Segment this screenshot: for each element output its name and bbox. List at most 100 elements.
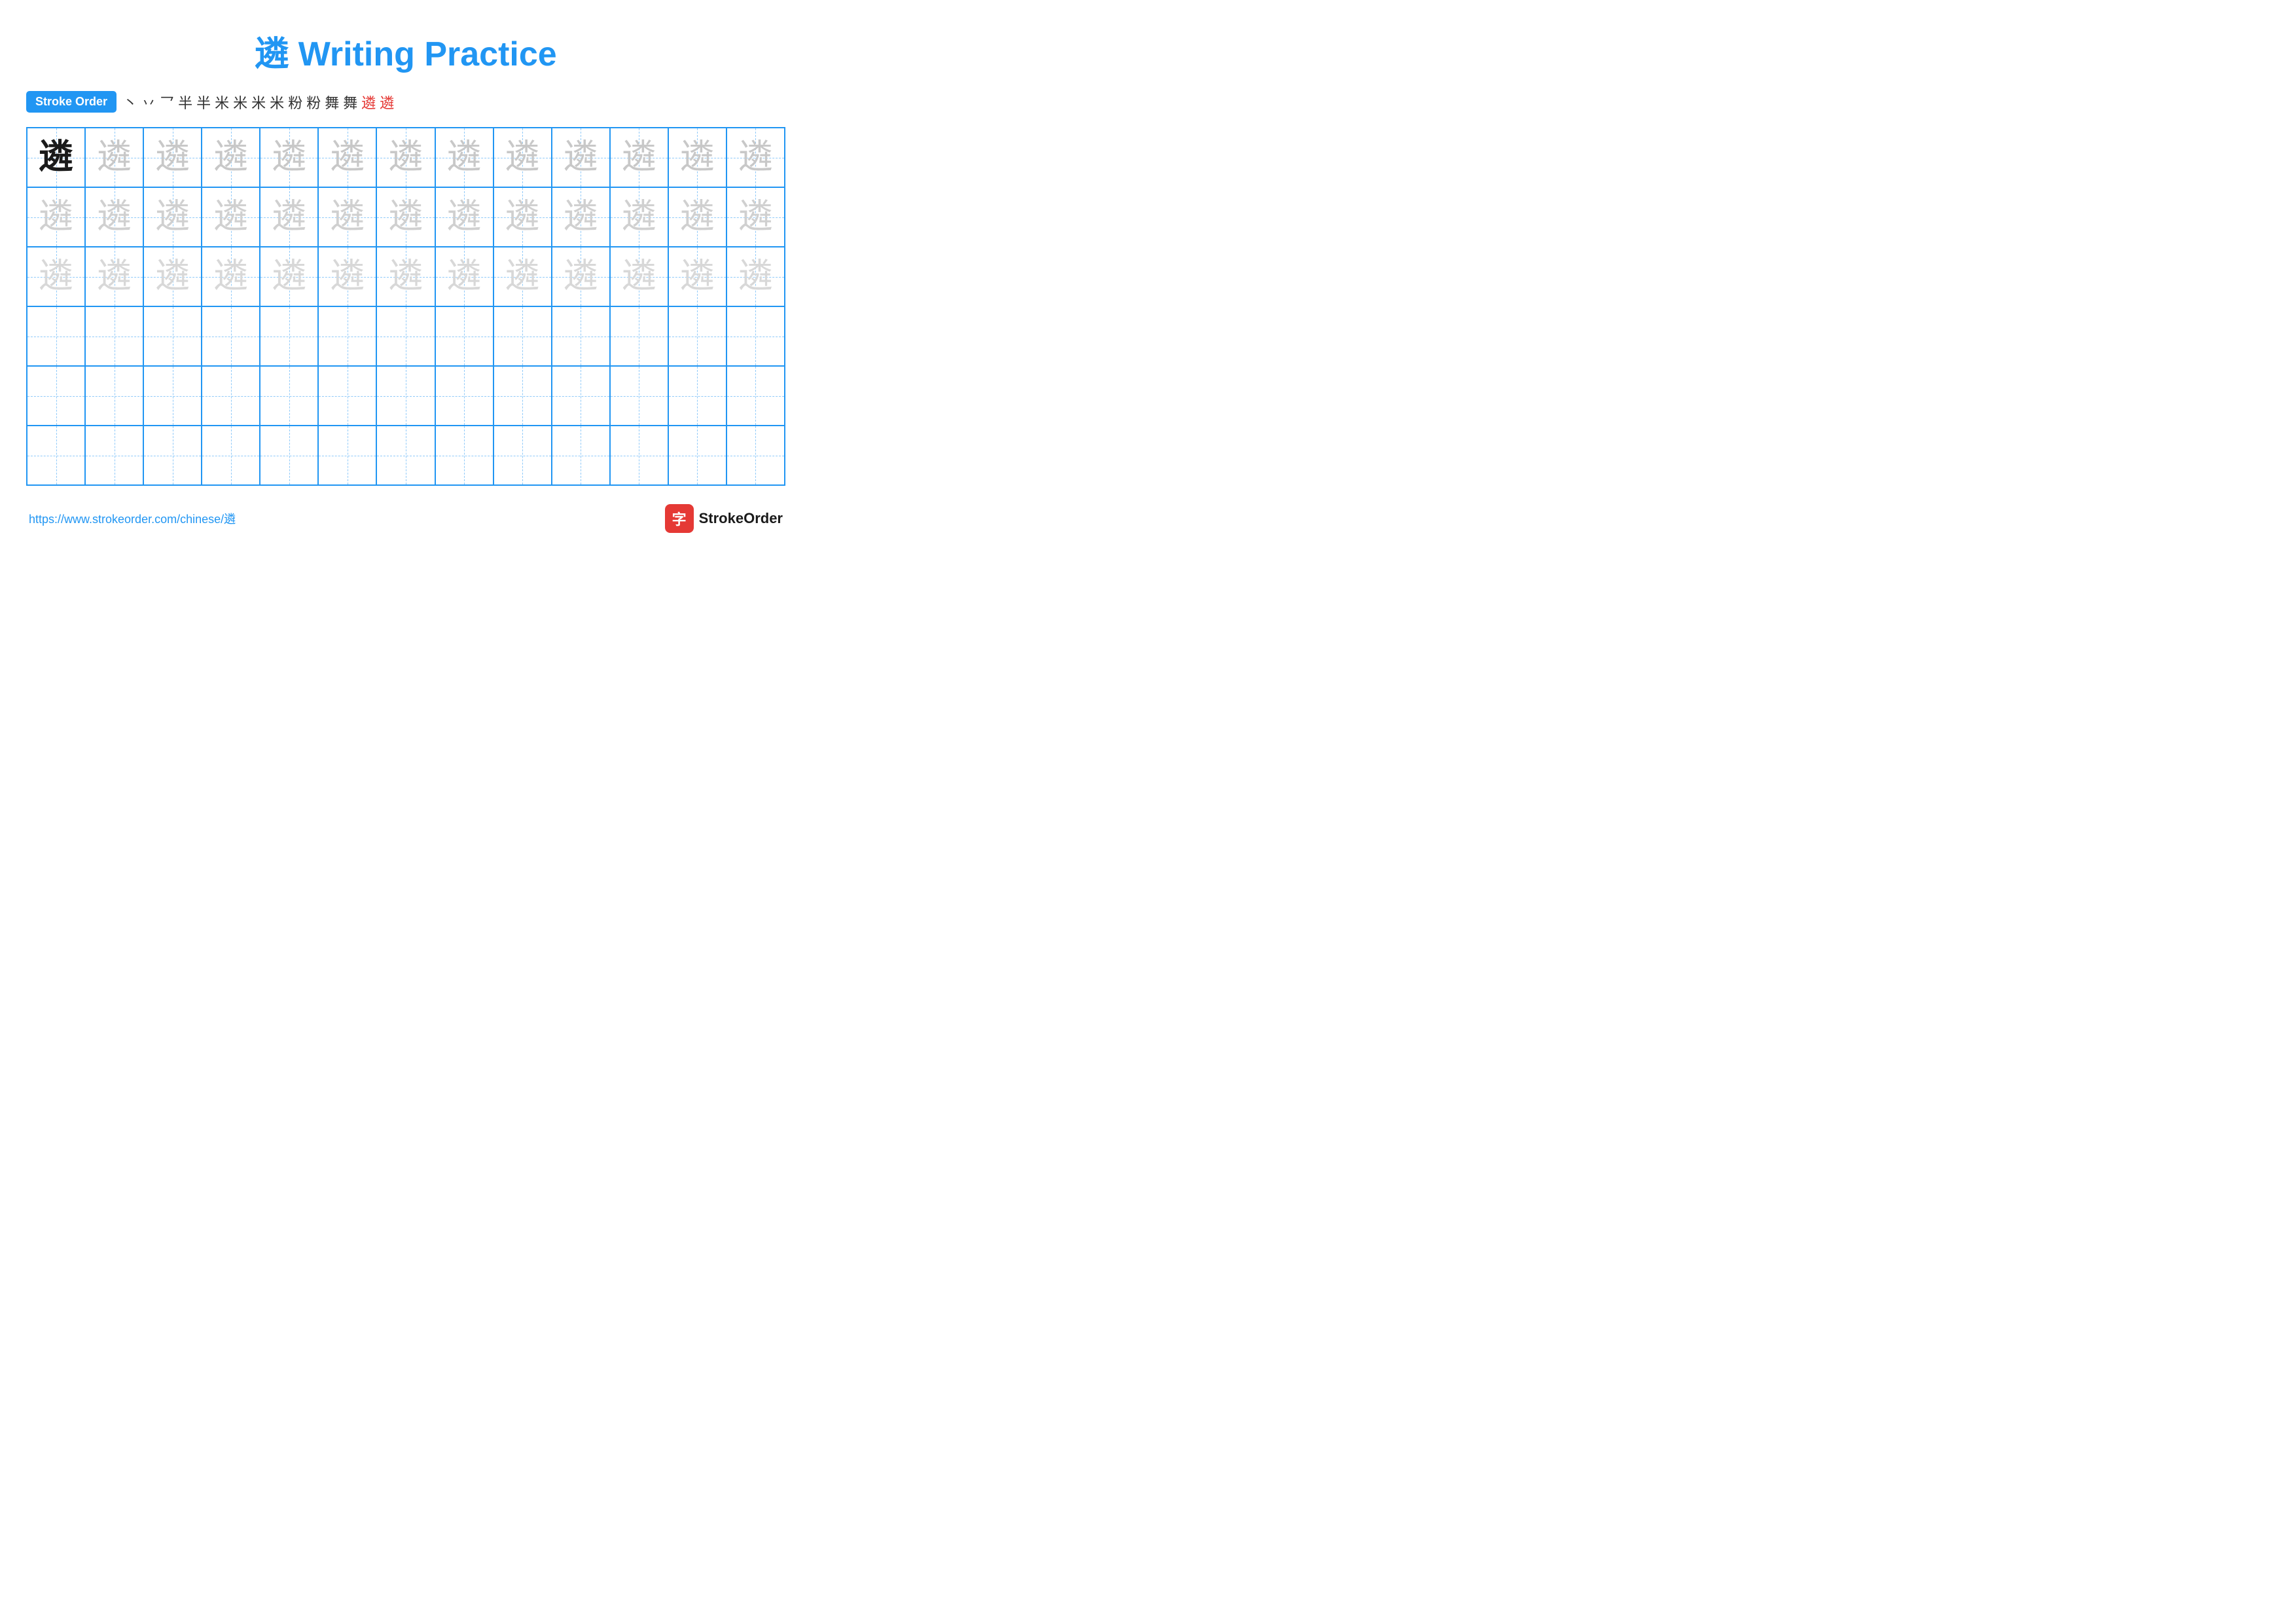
grid-cell-1-10[interactable]: 遴 [552,128,611,187]
grid-cell-4-2[interactable] [86,307,144,365]
grid-row-6 [27,426,784,484]
grid-cell-3-6[interactable]: 遴 [319,247,377,306]
grid-cell-1-9[interactable]: 遴 [494,128,552,187]
grid-cell-1-7[interactable]: 遴 [377,128,435,187]
grid-cell-3-11[interactable]: 遴 [611,247,669,306]
grid-row-1: 遴 遴 遴 遴 遴 遴 遴 遴 遴 遴 遴 遴 遴 [27,128,784,188]
stroke-5: 半 [196,92,211,113]
grid-cell-5-3[interactable] [144,367,202,425]
grid-cell-5-13[interactable] [727,367,784,425]
grid-cell-1-1[interactable]: 遴 [27,128,86,187]
stroke-10: 粉 [288,92,302,113]
grid-cell-6-12[interactable] [669,426,727,484]
grid-cell-4-9[interactable] [494,307,552,365]
grid-cell-6-5[interactable] [260,426,319,484]
grid-cell-2-5[interactable]: 遴 [260,188,319,246]
stroke-9: 米 [270,92,284,113]
grid-cell-2-13[interactable]: 遴 [727,188,784,246]
grid-cell-4-4[interactable] [202,307,260,365]
grid-cell-3-7[interactable]: 遴 [377,247,435,306]
grid-cell-3-9[interactable]: 遴 [494,247,552,306]
grid-cell-2-12[interactable]: 遴 [669,188,727,246]
grid-cell-2-3[interactable]: 遴 [144,188,202,246]
grid-cell-3-5[interactable]: 遴 [260,247,319,306]
grid-cell-4-10[interactable] [552,307,611,365]
grid-cell-6-2[interactable] [86,426,144,484]
grid-cell-6-3[interactable] [144,426,202,484]
grid-cell-6-13[interactable] [727,426,784,484]
grid-cell-3-8[interactable]: 遴 [436,247,494,306]
grid-cell-3-10[interactable]: 遴 [552,247,611,306]
stroke-3: 乛 [160,92,174,113]
grid-cell-5-12[interactable] [669,367,727,425]
grid-cell-6-7[interactable] [377,426,435,484]
grid-cell-1-2[interactable]: 遴 [86,128,144,187]
stroke-4: 半 [178,92,192,113]
grid-cell-4-13[interactable] [727,307,784,365]
grid-cell-6-8[interactable] [436,426,494,484]
grid-cell-5-1[interactable] [27,367,86,425]
grid-cell-6-1[interactable] [27,426,86,484]
grid-cell-2-2[interactable]: 遴 [86,188,144,246]
grid-cell-5-4[interactable] [202,367,260,425]
grid-cell-5-2[interactable] [86,367,144,425]
grid-cell-4-1[interactable] [27,307,86,365]
grid-cell-1-12[interactable]: 遴 [669,128,727,187]
grid-cell-5-6[interactable] [319,367,377,425]
stroke-order-badge: Stroke Order [26,91,117,113]
grid-cell-1-11[interactable]: 遴 [611,128,669,187]
grid-row-4 [27,307,784,367]
grid-cell-4-11[interactable] [611,307,669,365]
stroke-7: 米 [233,92,247,113]
grid-cell-5-9[interactable] [494,367,552,425]
grid-cell-3-4[interactable]: 遴 [202,247,260,306]
grid-cell-2-1[interactable]: 遴 [27,188,86,246]
grid-cell-4-3[interactable] [144,307,202,365]
grid-cell-1-6[interactable]: 遴 [319,128,377,187]
grid-cell-5-5[interactable] [260,367,319,425]
grid-cell-4-7[interactable] [377,307,435,365]
footer-url[interactable]: https://www.strokeorder.com/chinese/遴 [29,510,236,527]
grid-cell-3-2[interactable]: 遴 [86,247,144,306]
grid-cell-5-11[interactable] [611,367,669,425]
grid-cell-4-12[interactable] [669,307,727,365]
stroke-13: 舞 [343,92,357,113]
grid-cell-5-8[interactable] [436,367,494,425]
footer-brand: 字 StrokeOrder [665,504,783,533]
grid-cell-1-8[interactable]: 遴 [436,128,494,187]
grid-row-5 [27,367,784,426]
grid-cell-6-4[interactable] [202,426,260,484]
grid-cell-3-1[interactable]: 遴 [27,247,86,306]
grid-cell-3-12[interactable]: 遴 [669,247,727,306]
grid-cell-1-13[interactable]: 遴 [727,128,784,187]
grid-cell-2-4[interactable]: 遴 [202,188,260,246]
grid-cell-6-11[interactable] [611,426,669,484]
grid-cell-1-3[interactable]: 遴 [144,128,202,187]
page-title: 遴 Writing Practice [26,26,785,75]
grid-cell-4-5[interactable] [260,307,319,365]
practice-grid: 遴 遴 遴 遴 遴 遴 遴 遴 遴 遴 遴 遴 遴 遴 遴 遴 遴 遴 遴 遴 … [26,127,785,486]
brand-icon: 字 [665,504,694,533]
brand-name: StrokeOrder [699,510,783,527]
grid-cell-1-4[interactable]: 遴 [202,128,260,187]
grid-cell-6-9[interactable] [494,426,552,484]
grid-cell-5-7[interactable] [377,367,435,425]
char-dark: 遴 [39,141,73,175]
grid-cell-4-8[interactable] [436,307,494,365]
grid-cell-2-9[interactable]: 遴 [494,188,552,246]
grid-cell-1-5[interactable]: 遴 [260,128,319,187]
grid-cell-3-3[interactable]: 遴 [144,247,202,306]
grid-cell-6-6[interactable] [319,426,377,484]
stroke-order-row: Stroke Order 丶 丷 乛 半 半 米 米 米 米 粉 粉 舞 舞 遴… [26,91,785,113]
grid-cell-2-6[interactable]: 遴 [319,188,377,246]
grid-cell-2-10[interactable]: 遴 [552,188,611,246]
grid-cell-4-6[interactable] [319,307,377,365]
grid-cell-5-10[interactable] [552,367,611,425]
stroke-8: 米 [251,92,266,113]
grid-cell-2-11[interactable]: 遴 [611,188,669,246]
grid-cell-2-8[interactable]: 遴 [436,188,494,246]
grid-cell-6-10[interactable] [552,426,611,484]
stroke-order-chars: 丶 丷 乛 半 半 米 米 米 米 粉 粉 舞 舞 遴 遴 [123,92,394,113]
grid-cell-3-13[interactable]: 遴 [727,247,784,306]
grid-cell-2-7[interactable]: 遴 [377,188,435,246]
